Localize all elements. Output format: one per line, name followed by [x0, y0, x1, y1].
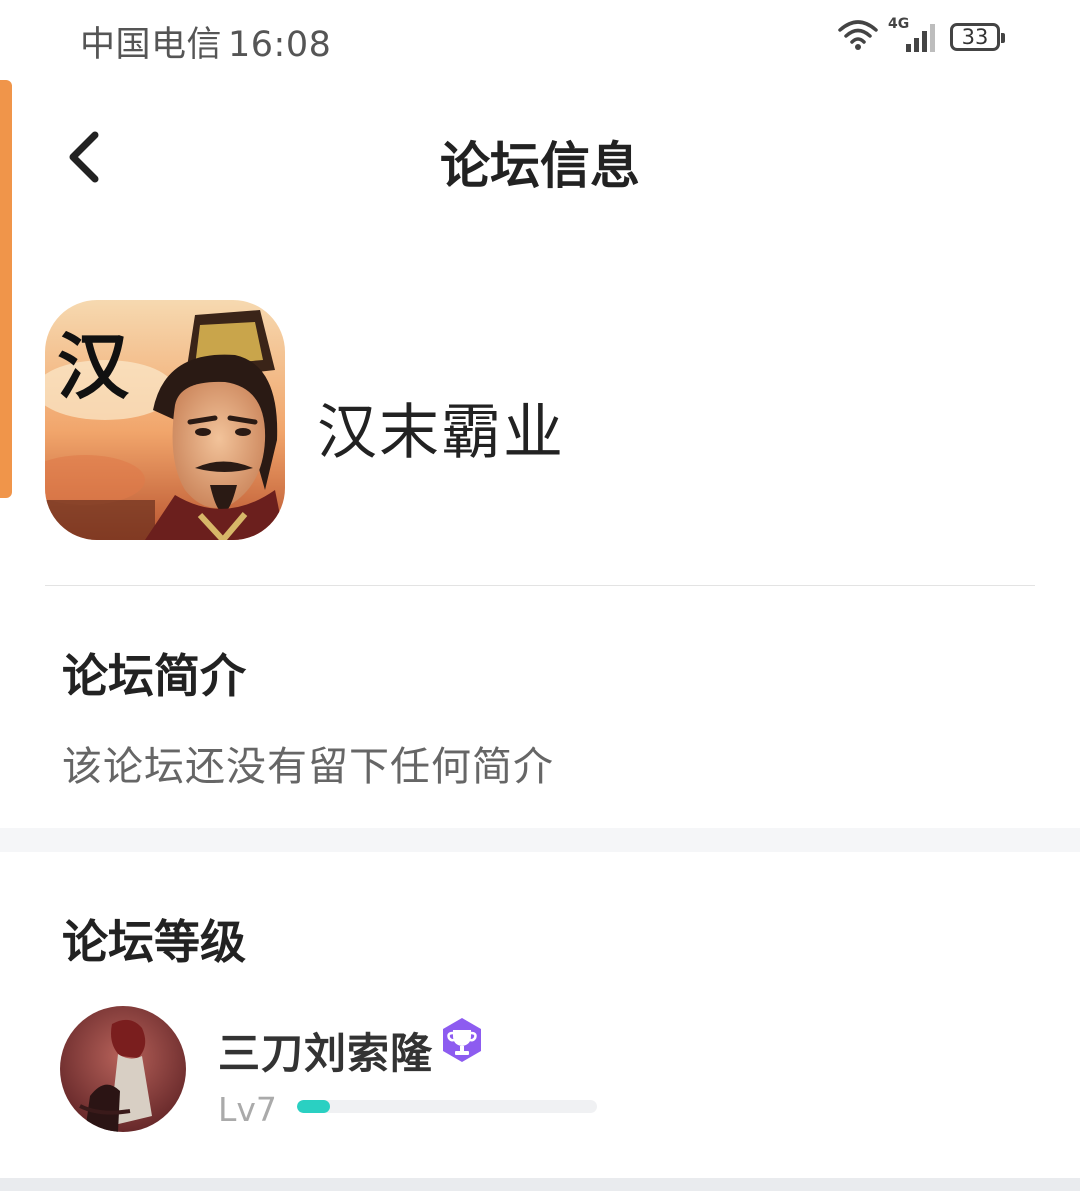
forum-info-page: 中国电信 16:08 4G 33 论坛信息 汉 汉末霸业 论坛简介 该论坛还没有… — [0, 0, 1080, 1191]
bottom-separator — [0, 1178, 1080, 1191]
trophy-badge-icon — [438, 1016, 486, 1064]
wifi-icon — [838, 18, 878, 56]
forum-game-icon[interactable]: 汉 — [45, 300, 285, 540]
carrier-name: 中国电信 — [80, 25, 223, 65]
forum-header: 汉 汉末霸业 — [45, 300, 1035, 540]
status-left: 中国电信 16:08 — [80, 16, 331, 67]
page-title: 论坛信息 — [440, 137, 640, 195]
intro-text: 该论坛还没有留下任何简介 — [62, 744, 554, 790]
status-time: 16:08 — [228, 25, 332, 65]
level-progress-fill — [297, 1100, 330, 1113]
battery-icon: 33 — [950, 23, 1005, 51]
level-section-title: 论坛等级 — [62, 915, 246, 969]
status-right: 4G 33 — [838, 16, 1005, 56]
status-bar: 中国电信 16:08 4G 33 — [0, 0, 1080, 78]
icon-glyph: 汉 — [57, 324, 130, 409]
cellular-signal-icon: 4G — [888, 16, 940, 54]
battery-level: 33 — [961, 25, 989, 49]
user-name: 三刀刘索隆 — [218, 1029, 434, 1078]
section-separator — [0, 828, 1080, 852]
user-level-row[interactable]: 三刀刘索隆 Lv7 — [60, 1006, 1020, 1134]
user-level-label: Lv7 — [218, 1090, 277, 1129]
forum-name: 汉末霸业 — [317, 398, 565, 468]
divider — [45, 585, 1035, 586]
intro-section-title: 论坛简介 — [62, 649, 246, 703]
level-progress-bar — [297, 1100, 597, 1113]
avatar[interactable] — [60, 1006, 186, 1132]
nav-bar: 论坛信息 — [0, 96, 1080, 216]
